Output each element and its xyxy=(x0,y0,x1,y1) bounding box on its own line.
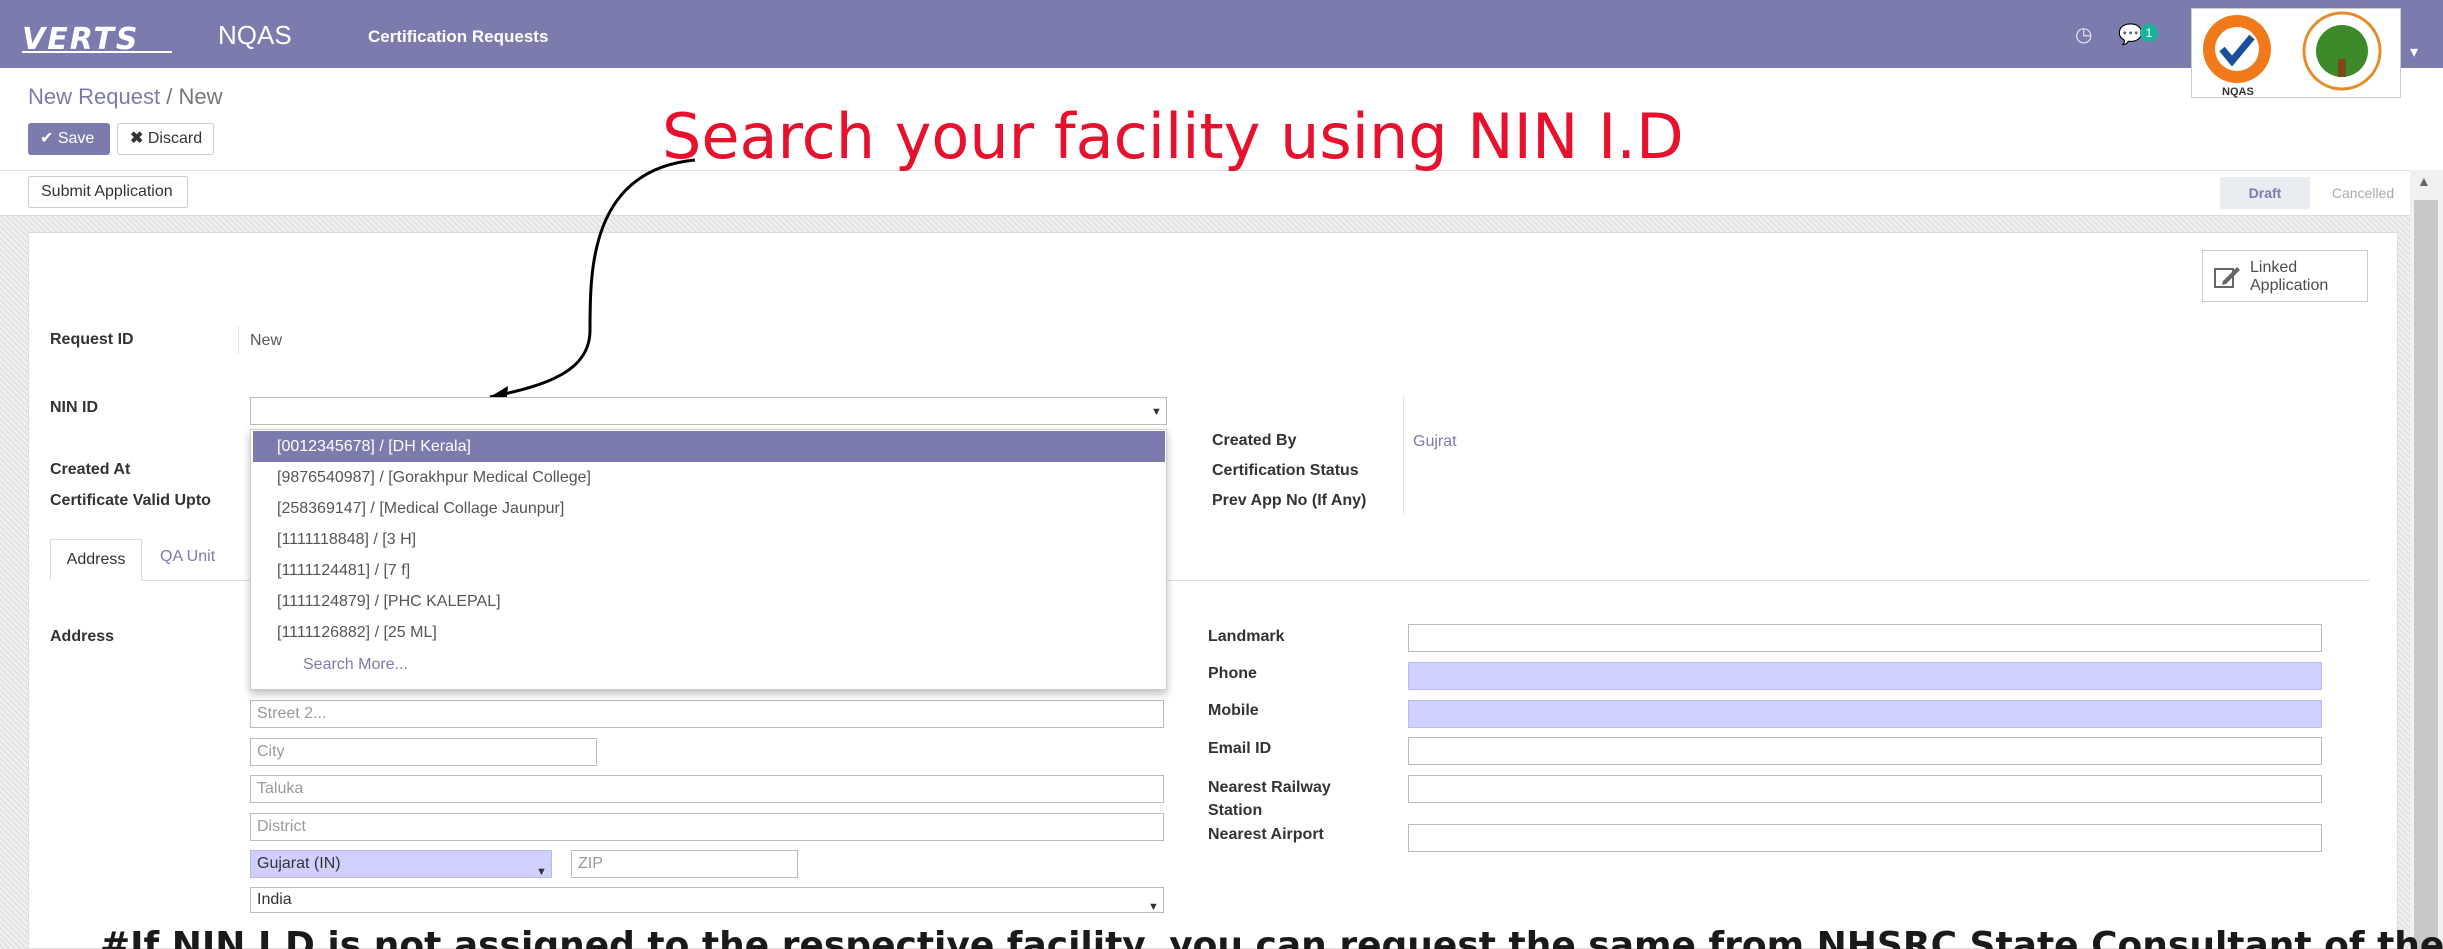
email-input[interactable] xyxy=(1408,737,2322,765)
state-value: Gujarat (IN) xyxy=(257,855,341,872)
request-id-value: New xyxy=(250,332,283,349)
linked-application-button[interactable]: Linked Application xyxy=(2202,250,2368,302)
nin-id-dropdown: [0012345678] / [DH Kerala] [9876540987] … xyxy=(250,429,1167,690)
divider xyxy=(238,326,239,354)
verts-logo[interactable]: VERTS xyxy=(22,20,184,54)
airport-input[interactable] xyxy=(1408,824,2322,852)
nearest-railway-station-label: Nearest Railway Station xyxy=(1208,779,1331,819)
created-at-label: Created At xyxy=(50,461,131,478)
certificate-valid-upto-label: Certificate Valid Upto xyxy=(50,492,211,509)
mobile-label: Mobile xyxy=(1208,702,1259,719)
annotation-arrow-icon xyxy=(489,158,696,405)
dropdown-option[interactable]: [1111118848] / [3 H] xyxy=(253,524,1165,555)
nqas-logo-image: NQAS xyxy=(2203,11,2382,98)
scroll-up-icon[interactable]: ▲ xyxy=(2417,173,2431,189)
request-id-label: Request ID xyxy=(50,331,134,348)
user-avatar[interactable]: NQAS xyxy=(2191,8,2401,98)
save-label: Save xyxy=(57,130,95,147)
tab-address[interactable]: Address xyxy=(50,539,142,581)
close-icon: ✖ xyxy=(130,130,144,147)
linked-application-label: Linked Application xyxy=(2250,259,2329,294)
zip-input[interactable]: ZIP xyxy=(571,850,798,878)
dropdown-option[interactable]: [1111126882] / [25 ML] xyxy=(253,617,1165,648)
created-by-value[interactable]: Gujrat xyxy=(1413,433,1457,451)
dropdown-option[interactable]: [1111124879] / [PHC KALEPAL] xyxy=(253,586,1165,617)
railway-station-input[interactable] xyxy=(1408,775,2322,803)
save-button[interactable]: ✔ Save xyxy=(28,123,110,155)
chevron-down-icon[interactable]: ▼ xyxy=(1151,406,1162,418)
phone-label: Phone xyxy=(1208,665,1257,682)
nin-id-label: NIN ID xyxy=(50,399,98,416)
taluka-input[interactable]: Taluka xyxy=(250,775,1164,803)
annotation-footer: #If NIN I.D is not assigned to the respe… xyxy=(100,925,2443,949)
landmark-label: Landmark xyxy=(1208,628,1285,645)
chevron-down-icon[interactable]: ▼ xyxy=(1148,895,1159,919)
activity-clock-icon[interactable]: ◷ xyxy=(2075,22,2092,47)
annotation-title: Search your facility using NIN I.D xyxy=(662,100,1684,173)
check-icon: ✔ xyxy=(40,130,54,147)
created-by-label: Created By xyxy=(1212,432,1297,449)
mobile-input[interactable] xyxy=(1408,700,2322,728)
breadcrumb: New Request / New xyxy=(28,84,222,110)
email-id-label: Email ID xyxy=(1208,740,1272,757)
dropdown-option[interactable]: [0012345678] / [DH Kerala] xyxy=(253,431,1165,462)
app-name[interactable]: NQAS xyxy=(218,20,292,51)
nqas-logo-text: NQAS xyxy=(2222,86,2254,98)
landmark-input[interactable] xyxy=(1408,624,2322,652)
tab-qa-unit[interactable]: QA Unit xyxy=(160,548,215,566)
edit-icon xyxy=(2214,267,2240,288)
menu-certification-requests[interactable]: Certification Requests xyxy=(368,27,548,47)
scrollbar-thumb[interactable] xyxy=(2414,200,2438,949)
phone-input[interactable] xyxy=(1408,662,2322,690)
nin-id-select[interactable]: ▼ xyxy=(250,397,1167,425)
prev-app-no-label: Prev App No (If Any) xyxy=(1212,492,1367,509)
dropdown-option[interactable]: [258369147] / [Medical Collage Jaunpur] xyxy=(253,493,1165,524)
nearest-airport-label: Nearest Airport xyxy=(1208,826,1324,843)
state-select[interactable]: Gujarat (IN) ▼ xyxy=(250,850,552,878)
street2-input[interactable]: Street 2... xyxy=(250,700,1164,728)
address-label: Address xyxy=(50,628,115,645)
breadcrumb-current: New xyxy=(178,84,223,109)
dropdown-option[interactable]: [9876540987] / [Gorakhpur Medical Colleg… xyxy=(253,462,1165,493)
country-value: India xyxy=(257,891,292,908)
chevron-down-icon[interactable]: ▼ xyxy=(536,859,547,885)
discard-button[interactable]: ✖ Discard xyxy=(117,123,214,155)
svg-text:VERTS: VERTS xyxy=(22,22,140,54)
submit-application-button[interactable]: Submit Application xyxy=(28,176,188,208)
messages-badge: 1 xyxy=(2140,24,2158,42)
breadcrumb-separator: / xyxy=(166,84,173,109)
stage-draft[interactable]: Draft xyxy=(2220,177,2310,209)
user-menu-caret-icon[interactable]: ▾ xyxy=(2410,42,2418,62)
dropdown-option[interactable]: [1111124481] / [7 f] xyxy=(253,555,1165,586)
divider xyxy=(1403,396,1404,514)
form-statusbar xyxy=(0,170,2410,216)
stage-cancelled[interactable]: Cancelled xyxy=(2318,177,2408,209)
certification-status-label: Certification Status xyxy=(1212,462,1359,479)
discard-label: Discard xyxy=(147,130,203,147)
search-more-link[interactable]: Search More... xyxy=(303,656,408,674)
district-input[interactable]: District xyxy=(250,813,1164,841)
breadcrumb-parent[interactable]: New Request xyxy=(28,84,160,109)
country-select[interactable]: India ▼ xyxy=(250,887,1164,913)
city-input[interactable]: City xyxy=(250,738,597,766)
